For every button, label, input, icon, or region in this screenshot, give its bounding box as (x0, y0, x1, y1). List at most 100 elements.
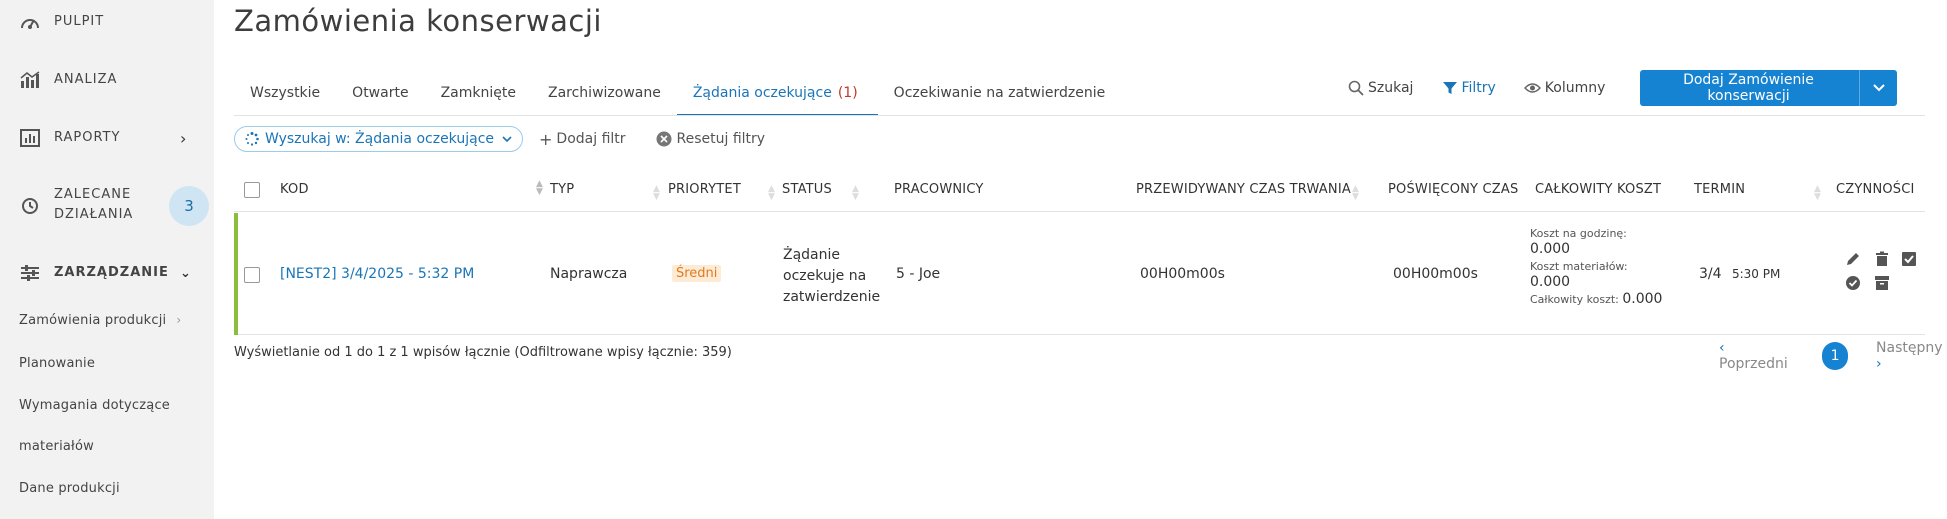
tab-closed[interactable]: Zamknięte (425, 80, 532, 116)
sidebar-item-label: ZARZĄDZANIE (54, 265, 169, 280)
cost-material-label: Koszt materiałów: (1530, 260, 1628, 273)
sidebar: PULPIT ANALIZA RAPORTY › ZALECANE DZIAŁA… (0, 0, 214, 519)
tab-open[interactable]: Otwarte (336, 80, 424, 116)
approve-icon[interactable] (1845, 275, 1861, 291)
cost-total-value: 0.000 (1622, 291, 1663, 307)
column-header-type[interactable]: TYP (550, 176, 574, 212)
sidebar-item-label: ANALIZA (54, 72, 118, 87)
workers-cell: 5 - Joe (896, 266, 941, 282)
sidebar-subitem-material-requirements-2[interactable]: materiałów (19, 439, 94, 454)
columns-button[interactable]: Kolumny (1523, 80, 1606, 96)
main-content: Zamówienia konserwacji Wszystkie Otwarte… (214, 0, 1947, 519)
sidebar-item-label: RAPORTY (54, 130, 121, 145)
add-dropdown-toggle[interactable] (1859, 70, 1897, 106)
tab-awaiting-approval[interactable]: Oczekiwanie na zatwierdzenie (878, 80, 1122, 116)
filters-label: Filtry (1461, 80, 1496, 96)
next-page-button[interactable]: Następny › (1876, 340, 1947, 372)
sidebar-item-label: ZALECANE (54, 187, 132, 202)
column-header-status[interactable]: STATUS (782, 176, 832, 212)
column-header-expected-duration[interactable]: PRZEWIDYWANY CZAS TRWANIA (1136, 176, 1351, 212)
filter-icon (1443, 82, 1458, 94)
search-in-filter-chip[interactable]: Wyszukaj w: Żądania oczekujące (234, 126, 524, 152)
tab-bar: Wszystkie Otwarte Zamknięte Zarchiwizowa… (234, 80, 1121, 116)
chevron-down-icon (1872, 84, 1885, 92)
search-label: Szukaj (1368, 80, 1414, 96)
due-date: 3/4 (1699, 266, 1722, 282)
add-filter-button[interactable]: + Dodaj filtr (539, 130, 626, 149)
column-header-workers[interactable]: PRACOWNICY (894, 176, 984, 212)
management-icon (19, 263, 41, 283)
add-filter-label: Dodaj filtr (556, 131, 626, 147)
priority-cell: Średni (672, 265, 722, 282)
chip-label: Wyszukaj w: Żądania oczekujące (265, 131, 495, 147)
column-header-due-date[interactable]: TERMIN (1694, 176, 1745, 212)
status-line: oczekuje na (783, 268, 867, 284)
tab-all[interactable]: Wszystkie (234, 80, 336, 116)
table-info: Wyświetlanie od 1 do 1 z 1 wpisów łączni… (234, 345, 732, 360)
column-header-spent-time[interactable]: POŚWIĘCONY CZAS (1388, 176, 1518, 212)
sidebar-subitem-planning[interactable]: Planowanie (19, 356, 95, 371)
row-checkbox[interactable] (244, 267, 260, 283)
sidebar-subitem-material-requirements[interactable]: Wymagania dotyczące (19, 398, 170, 413)
tabs-divider (234, 115, 1925, 116)
tab-archived[interactable]: Zarchiwizowane (532, 80, 677, 116)
reset-filters-button[interactable]: Resetuj filtry (656, 131, 766, 147)
add-maintenance-order-button[interactable]: Dodaj Zamówienie konserwacji (1640, 70, 1897, 106)
order-type: Naprawcza (550, 266, 628, 282)
sidebar-subitem-production-orders[interactable]: Zamówienia produkcji › (19, 313, 181, 328)
edit-icon[interactable] (1845, 251, 1861, 267)
clear-circle-icon (656, 131, 672, 147)
column-header-code[interactable]: KOD (280, 176, 309, 212)
select-all-checkbox[interactable] (244, 182, 260, 198)
spent-time-cell: 00H00m00s (1393, 266, 1478, 282)
sidebar-item-zarzadzanie[interactable]: ZARZĄDZANIE ⌄ (0, 263, 214, 283)
archive-icon[interactable] (1874, 275, 1890, 291)
sidebar-item-pulpit[interactable]: PULPIT (0, 12, 214, 32)
columns-label: Kolumny (1544, 80, 1606, 96)
sidebar-item-analiza[interactable]: ANALIZA (0, 70, 214, 90)
sidebar-item-raporty[interactable]: RAPORTY › (0, 128, 214, 148)
page-1-button[interactable]: 1 (1822, 342, 1849, 370)
recommended-count-badge: 3 (169, 186, 209, 226)
eye-icon (1523, 83, 1541, 93)
order-code-link[interactable]: [NEST2] 3/4/2025 - 5:32 PM (280, 266, 474, 282)
sidebar-item-zalecane[interactable]: ZALECANE DZIAŁANIA 3 (0, 186, 214, 226)
trash-icon[interactable] (1874, 251, 1890, 267)
tab-count: (1) (837, 85, 858, 101)
sort-icon: ▲ ▼ (536, 179, 543, 197)
dashboard-icon (19, 12, 41, 32)
row-status-marker (234, 213, 238, 335)
sidebar-subitem-label: Zamówienia produkcji (19, 313, 167, 328)
tab-label: Żądania oczekujące (692, 85, 832, 101)
sort-icon: ▲ ▼ (1352, 184, 1359, 202)
column-header-priority[interactable]: PRIORYTET (668, 176, 741, 212)
plus-icon: + (539, 129, 553, 149)
column-header-total-cost[interactable]: CAŁKOWITY KOSZT (1535, 176, 1661, 212)
sort-icon: ▲ ▼ (768, 184, 775, 202)
cost-material-value: 0.000 (1530, 274, 1571, 290)
next-label: Następny (1876, 340, 1943, 356)
search-button[interactable]: Szukaj (1348, 80, 1413, 96)
previous-page-button[interactable]: ‹ Poprzedni (1719, 340, 1792, 372)
priority-badge: Średni (672, 265, 722, 282)
sidebar-item-label: PULPIT (54, 14, 105, 29)
analytics-icon (19, 70, 41, 90)
cost-total-label: Całkowity koszt: (1530, 293, 1619, 306)
column-header-actions: CZYNNOŚCI (1836, 182, 1915, 197)
cost-hour-value: 0.000 (1530, 241, 1571, 257)
reset-filters-label: Resetuj filtry (676, 131, 766, 147)
chevron-down-icon (502, 135, 512, 142)
sidebar-item-label-2: DZIAŁANIA (54, 207, 134, 222)
due-date-cell: 3/4 5:30 PM (1699, 266, 1780, 282)
chevron-right-icon: › (176, 313, 182, 327)
filters-button[interactable]: Filtry (1443, 80, 1496, 96)
sidebar-subitem-production-data[interactable]: Dane produkcji (19, 481, 120, 496)
checkbox-check-icon[interactable] (1901, 251, 1917, 267)
previous-label: Poprzedni (1719, 356, 1788, 372)
tab-pending-requests[interactable]: Żądania oczekujące (1) (676, 80, 878, 116)
history-icon (19, 196, 41, 216)
sort-icon: ▲ ▼ (1814, 184, 1821, 202)
reports-icon (19, 128, 41, 148)
due-time: 5:30 PM (1731, 267, 1781, 281)
expected-duration-cell: 00H00m00s (1140, 266, 1225, 282)
